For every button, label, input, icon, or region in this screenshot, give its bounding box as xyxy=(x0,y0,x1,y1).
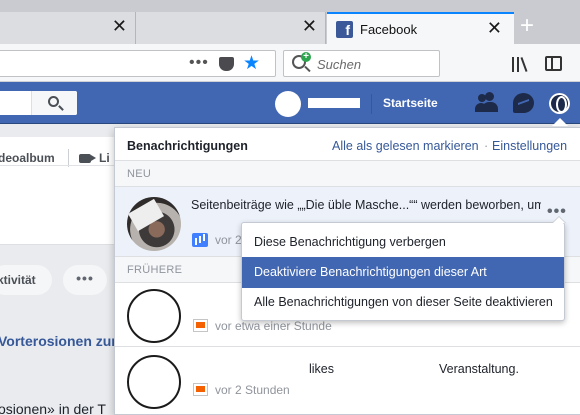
notification-text: likes xyxy=(309,362,335,376)
notifications-title: Benachrichtigungen xyxy=(127,139,248,153)
separator-dot: · xyxy=(484,139,489,153)
header-divider xyxy=(371,94,372,114)
sidebar-toggle-icon[interactable] xyxy=(545,56,562,71)
event-flag-icon xyxy=(193,319,208,332)
menu-caret xyxy=(552,216,566,223)
menu-item-disable-all-from-page[interactable]: Alle Benachrichtigungen von dieser Seite… xyxy=(242,287,564,318)
browser-search-input[interactable]: + Suchen xyxy=(283,50,440,77)
section-new-label: NEU xyxy=(127,168,152,180)
post-link[interactable]: Vorterosionen zur xyxy=(0,333,117,349)
home-link[interactable]: Startseite xyxy=(383,96,438,110)
facebook-favicon-icon: f xyxy=(336,21,353,38)
profile-avatar[interactable] xyxy=(275,91,301,117)
menu-item-disable-this-type[interactable]: Deaktiviere Benachrichtigungen dieser Ar… xyxy=(242,257,564,288)
photo-video-album-label[interactable]: deoalbum xyxy=(0,151,55,165)
menu-item-hide-notification[interactable]: Diese Benachrichtigung verbergen xyxy=(242,227,564,258)
friend-requests-icon[interactable] xyxy=(475,92,501,114)
section-earlier-label: FRÜHERE xyxy=(127,264,183,276)
notification-time: vor etwa einer Stunde xyxy=(215,319,332,333)
notification-item[interactable]: likes Veranstaltung. vor 2 Stunden xyxy=(115,347,580,414)
close-tab-icon[interactable]: ✕ xyxy=(302,16,317,37)
facebook-search-input[interactable] xyxy=(0,91,77,115)
mark-all-read-link[interactable]: Alle als gelesen markieren xyxy=(332,139,479,153)
browser-tab-bar: ✕ ✕ f Facebook ✕ + xyxy=(0,0,580,44)
divider xyxy=(0,165,114,166)
post-text: osionen» in der T xyxy=(0,401,106,415)
section-new-header: NEU xyxy=(115,161,580,187)
composer-card: deoalbum Li xyxy=(0,137,114,245)
insights-chart-icon xyxy=(192,233,208,247)
notification-time: vor 2 xyxy=(215,233,242,247)
url-bar[interactable]: ••• ★ xyxy=(0,50,276,77)
browser-tab[interactable]: ✕ xyxy=(0,12,136,44)
more-options-button[interactable]: ••• xyxy=(63,265,107,295)
notification-text: Veranstaltung. xyxy=(439,362,519,376)
search-placeholder: Suchen xyxy=(317,57,362,72)
pocket-icon[interactable] xyxy=(219,57,234,71)
profile-name[interactable] xyxy=(308,98,360,108)
facebook-search-button[interactable] xyxy=(31,91,77,115)
notification-avatar xyxy=(127,289,181,343)
notification-avatar xyxy=(127,355,181,409)
notification-thumbnail xyxy=(127,197,181,251)
close-tab-icon[interactable]: ✕ xyxy=(112,16,127,37)
add-search-engine-icon: + xyxy=(301,52,311,62)
search-icon xyxy=(48,96,59,107)
notifications-globe-icon[interactable] xyxy=(549,93,570,114)
tab-title: Facebook xyxy=(360,22,418,37)
live-label[interactable]: Li xyxy=(99,151,110,165)
new-tab-button[interactable]: + xyxy=(520,12,534,40)
activity-button[interactable]: ktivität xyxy=(0,265,52,295)
notification-settings-link[interactable]: Einstellungen xyxy=(492,139,567,153)
notification-time: vor 2 Stunden xyxy=(215,383,290,397)
close-tab-icon[interactable]: ✕ xyxy=(487,18,502,39)
notifications-header: Benachrichtigungen Alle als gelesen mark… xyxy=(115,128,580,161)
bookmark-star-icon[interactable]: ★ xyxy=(243,52,260,75)
activity-label: ktivität xyxy=(0,273,36,287)
messenger-icon[interactable] xyxy=(513,93,534,113)
dropdown-caret xyxy=(552,118,568,126)
browser-tab-facebook[interactable]: f Facebook ✕ xyxy=(327,12,514,44)
event-flag-icon xyxy=(193,383,208,396)
notification-context-menu: Diese Benachrichtigung verbergen Deaktiv… xyxy=(241,216,566,321)
browser-tab[interactable]: ✕ xyxy=(136,12,326,44)
facebook-header: Startseite xyxy=(0,82,580,126)
page-actions-icon[interactable]: ••• xyxy=(189,54,209,72)
browser-nav-bar: ••• ★ + Suchen xyxy=(0,44,580,82)
live-video-icon xyxy=(79,154,91,163)
library-icon[interactable] xyxy=(512,56,530,72)
